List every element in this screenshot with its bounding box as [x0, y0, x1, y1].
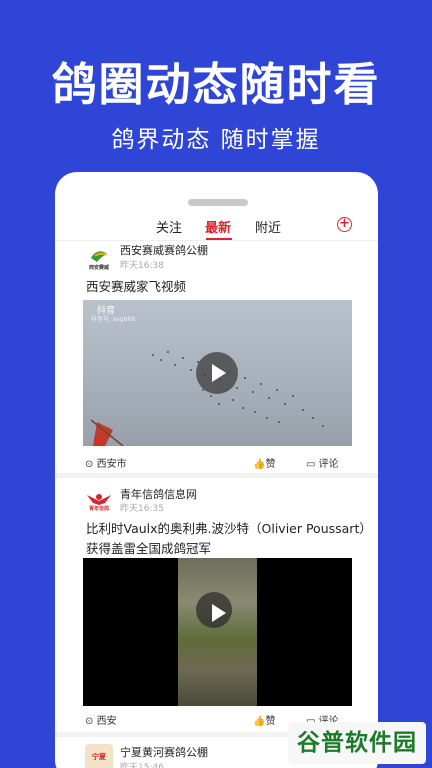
avatar-text: 宁夏	[92, 753, 106, 761]
post-author[interactable]: 青年信鸽信息网	[120, 486, 197, 502]
play-icon[interactable]	[196, 592, 232, 628]
add-icon[interactable]: +	[337, 217, 352, 232]
post-card[interactable]: 青年信鸽 青年信鸽信息网 昨天16:35 比利时Vaulx的奥利弗.波沙特（Ol…	[55, 483, 378, 737]
avatar: 西安赛威	[85, 244, 113, 272]
post-author[interactable]: 西安赛威赛鸽公棚	[120, 242, 208, 258]
play-icon[interactable]	[196, 352, 238, 394]
like-button[interactable]: 👍赞	[253, 712, 275, 727]
video-id-label: 抖音号: seg888	[91, 316, 136, 323]
location: ⊙ 西安	[85, 716, 117, 727]
like-button[interactable]: 👍赞	[253, 455, 275, 470]
post-card[interactable]: 西安赛威 西安赛威赛鸽公棚 昨天16:38 西安赛威家飞视频 抖音 抖音号: s…	[55, 242, 378, 477]
hero-subtitle: 鸽界动态 随时掌握	[111, 127, 321, 153]
avatar-text: 青年信鸽	[88, 506, 109, 512]
video-thumbnail	[178, 558, 257, 706]
post-actions: ⊙ 西安市 👍赞 ▭ 评论	[85, 455, 355, 471]
avatar: 青年信鸽	[85, 485, 113, 513]
divider	[55, 240, 378, 241]
location-icon: ⊙	[85, 716, 94, 727]
comment-icon: ▭	[306, 459, 316, 470]
tab-follow[interactable]: 关注	[156, 217, 182, 236]
comment-button[interactable]: ▭ 评论	[306, 455, 339, 470]
post-title[interactable]: 比利时Vaulx的奥利弗.波沙特（Olivier Poussart）获得盖雷全国…	[86, 519, 366, 559]
thumbs-up-icon: 👍	[253, 716, 266, 727]
post-title[interactable]: 西安赛威家飞视频	[86, 277, 366, 297]
phone-notch	[188, 199, 248, 206]
thumbs-up-icon: 👍	[253, 459, 266, 470]
phone-screen: 关注 最新 附近 + 西安赛威 西安赛威赛鸽公棚 昨天16:38 西安赛威家飞视…	[55, 172, 378, 768]
avatar: 宁夏	[85, 744, 113, 768]
tab-latest[interactable]: 最新	[205, 217, 231, 236]
post-time: 昨天15:46	[120, 763, 164, 768]
location-icon: ⊙	[85, 459, 94, 470]
post-time: 昨天16:38	[120, 261, 164, 271]
post-author[interactable]: 宁夏黄河赛鸽公棚	[120, 744, 208, 760]
location: ⊙ 西安市	[85, 459, 127, 470]
hero-title: 鸽圈动态随时看	[51, 58, 381, 111]
post-video[interactable]	[83, 558, 352, 706]
post-separator	[55, 473, 378, 478]
avatar-text: 西安赛威	[88, 265, 109, 271]
tab-nearby[interactable]: 附近	[255, 217, 281, 236]
post-video[interactable]: 抖音 抖音号: seg888	[83, 300, 352, 446]
post-time: 昨天16:35	[120, 504, 164, 514]
watermark-logo: 谷普软件园	[288, 722, 426, 764]
